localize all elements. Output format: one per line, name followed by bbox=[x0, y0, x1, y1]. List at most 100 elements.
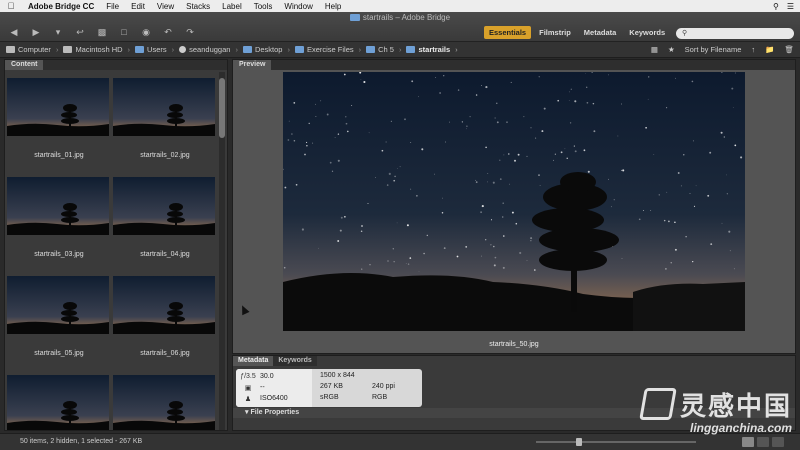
quality-options-icon[interactable]: ▦ bbox=[651, 45, 658, 54]
view-details-icon[interactable] bbox=[757, 437, 769, 447]
thumbnail-image bbox=[113, 276, 215, 334]
search-input[interactable]: ⚲ bbox=[676, 28, 794, 39]
menu-label[interactable]: Label bbox=[216, 2, 248, 11]
workspace-essentials[interactable]: Essentials bbox=[484, 26, 532, 39]
breadcrumb-computer[interactable]: Computer › bbox=[6, 45, 60, 54]
slider-knob[interactable] bbox=[576, 438, 582, 446]
breadcrumb-startrails[interactable]: startrails › bbox=[406, 45, 459, 54]
thumbnail-image bbox=[7, 276, 109, 334]
camera-data-placard: ƒ/3.5 30.0 ▣ -- ♟ ISO 6400 1500 x 844 267 KB… bbox=[236, 369, 422, 407]
breadcrumb: Computer › Macintosh HD › Users › seandugga… bbox=[0, 42, 800, 58]
breadcrumb-user[interactable]: seanduggan › bbox=[179, 45, 240, 54]
recent-folder-icon[interactable]: ▾ bbox=[50, 26, 66, 38]
rotate-left-icon[interactable]: ↶ bbox=[160, 26, 176, 38]
window-title: startrails – Adobe Bridge bbox=[0, 13, 800, 22]
list-icon[interactable]: ☰ bbox=[787, 2, 794, 11]
view-list-icon[interactable] bbox=[772, 437, 784, 447]
menu-edit[interactable]: Edit bbox=[125, 2, 151, 11]
preview-image[interactable] bbox=[283, 72, 745, 331]
view-thumbnails-icon[interactable] bbox=[742, 437, 754, 447]
watermark: 灵感中国 lingganchina.com bbox=[639, 386, 792, 435]
menu-window[interactable]: Window bbox=[278, 2, 318, 11]
color-mode-value: RGB bbox=[372, 394, 388, 401]
menu-tools[interactable]: Tools bbox=[248, 2, 279, 11]
mac-menu-bar:  Adobe Bridge CC File Edit View Stacks … bbox=[0, 0, 800, 12]
thumbnail-filename: startrails_04.jpg bbox=[140, 251, 190, 258]
back-icon[interactable]: ◀ bbox=[6, 26, 22, 38]
forward-icon[interactable]: ▶ bbox=[28, 26, 44, 38]
tab-content[interactable]: Content bbox=[5, 60, 44, 70]
tab-preview[interactable]: Preview bbox=[233, 60, 272, 70]
workspace-filmstrip[interactable]: Filmstrip bbox=[534, 26, 576, 39]
workspace-keywords[interactable]: Keywords bbox=[624, 26, 670, 39]
thumbnail-item[interactable]: startrails_01.jpg bbox=[7, 78, 111, 159]
computer-icon bbox=[6, 46, 15, 53]
thumbnail-item[interactable]: startrails_03.jpg bbox=[7, 177, 111, 258]
thumbnail-image bbox=[113, 177, 215, 235]
thumbnail-item[interactable]: startrails_04.jpg bbox=[113, 177, 217, 258]
thumbnail-item[interactable]: startrails_02.jpg bbox=[113, 78, 217, 159]
folder-icon bbox=[349, 14, 360, 21]
rotate-right-icon[interactable]: ↷ bbox=[182, 26, 198, 38]
thumbnail-filename: startrails_06.jpg bbox=[140, 350, 190, 357]
aperture-value: ƒ/3.5 bbox=[240, 373, 256, 380]
watermark-chinese-text: 灵感中国 bbox=[679, 392, 792, 422]
delete-icon[interactable]: 🗑 bbox=[784, 45, 794, 54]
tab-metadata[interactable]: Metadata bbox=[233, 356, 274, 366]
thumbnail-item[interactable] bbox=[113, 375, 217, 430]
person-icon: ♟ bbox=[244, 395, 252, 403]
thumbnail-item[interactable] bbox=[7, 375, 111, 430]
breadcrumb-exercise-files[interactable]: Exercise Files › bbox=[294, 45, 363, 54]
user-home-icon bbox=[179, 46, 187, 53]
new-folder-icon[interactable]: 📁 bbox=[765, 45, 774, 54]
thumbnail-item[interactable]: startrails_05.jpg bbox=[7, 276, 111, 357]
menu-app-name[interactable]: Adobe Bridge CC bbox=[22, 2, 100, 11]
scrollbar-thumb[interactable] bbox=[219, 78, 225, 138]
thumbnail-image bbox=[113, 375, 215, 430]
workspace-metadata[interactable]: Metadata bbox=[579, 26, 622, 39]
folder-icon bbox=[242, 46, 252, 53]
thumbnail-image bbox=[7, 78, 109, 136]
menu-help[interactable]: Help bbox=[319, 2, 347, 11]
filter-star-icon[interactable]: ★ bbox=[668, 45, 675, 54]
thumbnail-size-slider[interactable] bbox=[536, 438, 696, 446]
breadcrumb-users[interactable]: Users › bbox=[135, 45, 176, 54]
metering-value: -- bbox=[260, 384, 265, 391]
watermark-url: lingganchina.com bbox=[689, 421, 792, 435]
menu-file[interactable]: File bbox=[100, 2, 125, 11]
breadcrumb-desktop[interactable]: Desktop › bbox=[242, 45, 292, 54]
boomerang-icon[interactable]: ↩ bbox=[72, 26, 88, 38]
thumbnail-image bbox=[7, 177, 109, 235]
apple-icon[interactable]:  bbox=[0, 1, 22, 11]
panel-header bbox=[233, 60, 795, 70]
breadcrumb-macintosh-hd[interactable]: Macintosh HD › bbox=[63, 45, 132, 54]
shutter-value: 30.0 bbox=[260, 373, 274, 380]
sort-order-icon[interactable]: ↑ bbox=[751, 45, 755, 54]
scrollbar[interactable] bbox=[219, 72, 225, 430]
thumbnail-filename: startrails_05.jpg bbox=[34, 350, 84, 357]
refine-icon[interactable]: □ bbox=[116, 26, 132, 38]
open-camera-raw-icon[interactable]: ◉ bbox=[138, 26, 154, 38]
file-size-value: 267 KB bbox=[320, 383, 343, 390]
drive-icon bbox=[63, 46, 73, 53]
folder-icon bbox=[406, 46, 416, 53]
content-panel: Content startrails_01.jpg startrails_02.j… bbox=[4, 59, 228, 431]
workspace-switcher: Essentials Filmstrip Metadata Keywords ▾ bbox=[484, 26, 687, 39]
thumbnail-image bbox=[7, 375, 109, 430]
camera-download-icon[interactable]: ▩ bbox=[94, 26, 110, 38]
preview-panel: Preview startrails_50.jpg bbox=[232, 59, 796, 354]
breadcrumb-ch5[interactable]: Ch 5 › bbox=[366, 45, 403, 54]
sort-dropdown[interactable]: Sort by Filename bbox=[685, 45, 742, 54]
thumbnail-image bbox=[113, 78, 215, 136]
thumbnail-filename: startrails_02.jpg bbox=[140, 152, 190, 159]
folder-icon bbox=[366, 46, 376, 53]
dimensions-value: 1500 x 844 bbox=[320, 372, 355, 379]
thumbnail-item[interactable]: startrails_06.jpg bbox=[113, 276, 217, 357]
search-icon[interactable]: ⚲ bbox=[773, 2, 779, 11]
metering-icon: ▣ bbox=[244, 384, 252, 392]
folder-icon bbox=[135, 46, 145, 53]
tab-keywords[interactable]: Keywords bbox=[273, 356, 317, 366]
menu-stacks[interactable]: Stacks bbox=[180, 2, 216, 11]
thumbnail-filename: startrails_01.jpg bbox=[34, 152, 84, 159]
menu-view[interactable]: View bbox=[151, 2, 180, 11]
